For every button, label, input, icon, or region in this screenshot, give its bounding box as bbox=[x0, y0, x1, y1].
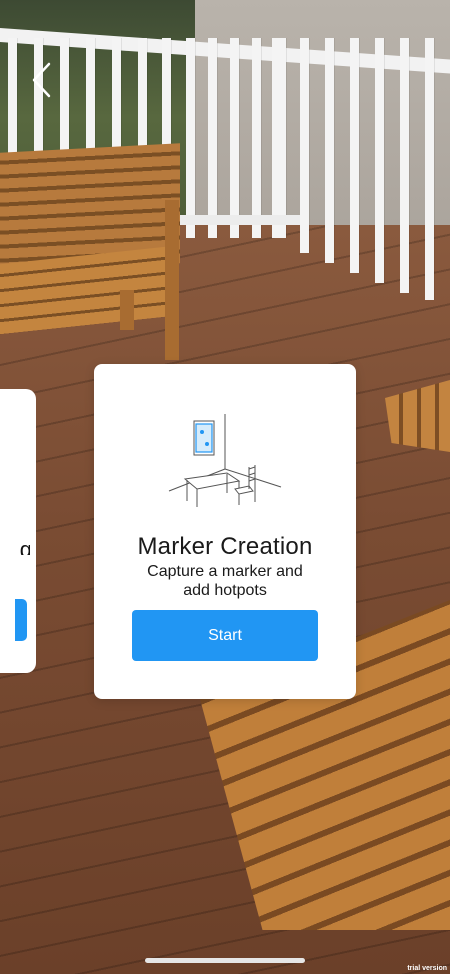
home-indicator[interactable] bbox=[145, 958, 305, 963]
railing-post bbox=[325, 38, 334, 263]
trial-watermark: trial version bbox=[407, 965, 447, 972]
marker-creation-card: Marker Creation Capture a marker and add… bbox=[94, 364, 356, 699]
railing-post bbox=[230, 38, 239, 238]
previous-card-title-text: g bbox=[19, 541, 30, 555]
railing-post bbox=[350, 38, 359, 273]
railing-post bbox=[252, 38, 261, 238]
previous-card-start-button[interactable] bbox=[15, 599, 27, 641]
railing-post bbox=[425, 38, 434, 300]
back-button[interactable] bbox=[22, 60, 62, 100]
railing-post bbox=[300, 38, 309, 253]
railing-post bbox=[375, 38, 384, 283]
room-with-marker-icon bbox=[168, 414, 282, 507]
card-subtitle: Capture a marker and add hotpots bbox=[147, 563, 303, 599]
railing-post bbox=[400, 38, 409, 293]
railing-post bbox=[186, 38, 195, 238]
start-button[interactable]: Start bbox=[132, 610, 318, 661]
bench-leg bbox=[165, 200, 179, 360]
card-title: Marker Creation bbox=[137, 533, 313, 560]
chevron-left-icon bbox=[32, 62, 51, 98]
previous-mode-card[interactable]: g bbox=[0, 389, 36, 673]
railing-post bbox=[208, 38, 217, 238]
bench-leg bbox=[120, 290, 134, 330]
previous-card-title: g bbox=[16, 541, 30, 555]
railing-corner-post bbox=[272, 38, 286, 238]
